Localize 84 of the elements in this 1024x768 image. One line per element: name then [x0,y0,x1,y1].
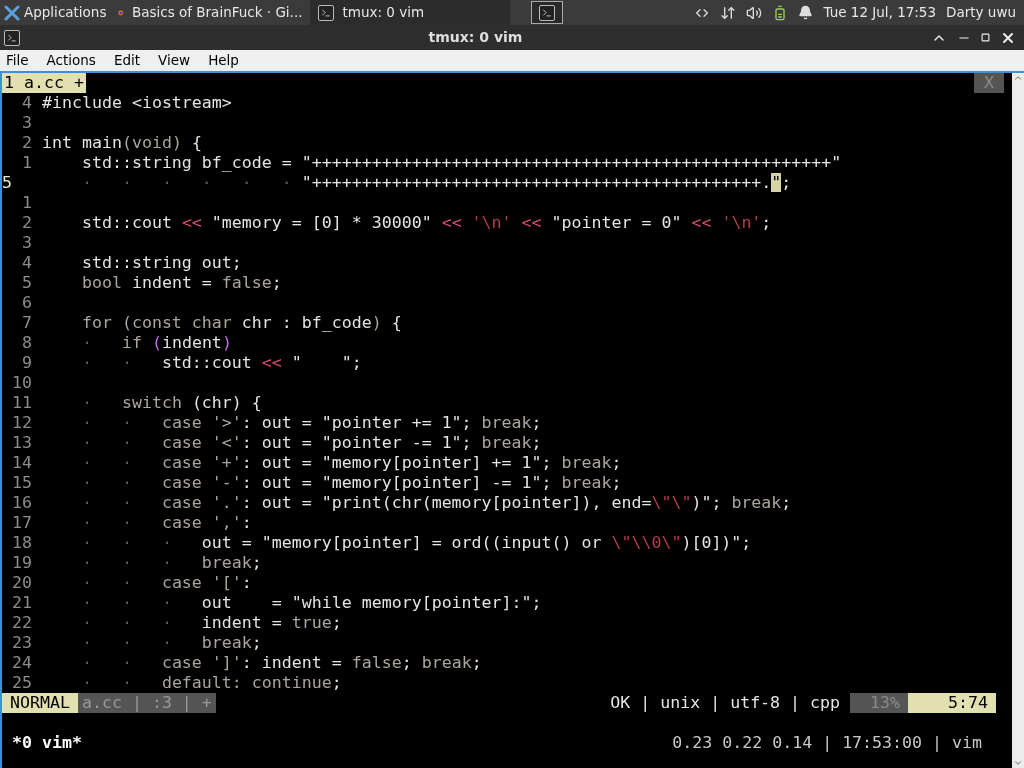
scroll-up-icon[interactable] [1013,73,1023,83]
code-line: · · · out = "memory[pointer] = ord((input() or \"\\0\")[0])"; [80,533,752,553]
file-meta: OK | unix | utf-8 | cpp [610,693,842,713]
code-line: std::string out; [80,253,242,273]
line-number: 25 [11,673,32,693]
code-line: · · · · · · "+++++++++++++++++++++++++++++++++++++++++++++."; [80,173,792,193]
line-number: 5 [2,173,13,193]
scrollbar[interactable] [1012,73,1024,768]
volume-icon[interactable] [746,4,763,21]
line-number: 19 [11,553,32,573]
line-number: 1 [21,153,32,173]
line-number: 13 [11,433,32,453]
code-line: · · case '>': out = "pointer += 1"; break; [80,413,542,433]
line-number: 4 [21,253,32,273]
workspace-button[interactable] [531,1,564,24]
code-line: bool indent = false; [80,273,282,293]
clock[interactable]: Tue 12 Jul, 17:53 [823,2,937,23]
mouse-icon [4,4,20,21]
code-line: · · std::cout << " "; [80,353,362,373]
applications-menu[interactable]: Applications [0,0,111,25]
tmux-status: 0.23 0.22 0.14 | 17:53:00 | vim [672,733,982,753]
code-line: · · case ']': indent = false; break; [80,653,482,673]
line-number: 18 [11,533,32,553]
code-line: · · case '[': [80,573,252,593]
code-line: · · default: continue; [80,673,342,693]
line-number: 6 [21,293,32,313]
line-number: 20 [11,573,32,593]
window-title: tmux: 0 vim [427,28,524,47]
code-line: · · · break; [80,633,262,653]
line-number: 17 [11,513,32,533]
code-line: · switch (chr) { [80,393,262,413]
code-line: · · case '<': out = "pointer -= 1"; break; [80,433,542,453]
mode-indicator: NORMAL [2,693,78,713]
line-number: 16 [11,493,32,513]
terminal-icon [539,4,556,21]
code-line: #include <iostream> [42,93,232,113]
line-number: 3 [21,113,32,133]
vim-tab[interactable]: 1 a.cc + [2,73,86,93]
scroll-down-icon[interactable] [1013,758,1023,768]
line-number: 14 [11,453,32,473]
code-line: int main(void) { [42,133,202,153]
code-line: · · case ',': [80,513,252,533]
code-line: std::cout << "memory = [0] * 30000" << '\n' << "pointer = 0" << '\n'; [80,213,772,233]
line-number: 5 [21,273,32,293]
menu-item[interactable]: File [6,50,29,71]
taskbar-item[interactable]: tmux: 0 vim [310,0,511,25]
code-line: · · · out = "while memory[pointer]:"; [80,593,542,613]
code-line: · · case '-': out = "memory[pointer] -= 1"; break; [80,473,622,493]
code-line: · · · indent = true; [80,613,342,633]
line-number: 10 [11,373,32,393]
line-number: 12 [11,413,32,433]
tmux-session: *0 vim* [12,733,82,753]
menu-item[interactable]: Help [208,50,239,71]
line-number: 22 [11,613,32,633]
code-line: for (const char chr : bf_code) { [80,313,402,333]
menu-item[interactable]: Edit [113,50,141,71]
code-line: std::string bf_code = "++++++++++++++++++++++++++++++++++++++++++++++++++++" [80,153,842,173]
line-number: 7 [21,313,32,333]
user-name[interactable]: Darty uwu [946,2,1016,23]
notification-icon[interactable] [798,5,814,20]
line-number: 4 [21,93,32,113]
code-line: · if (indent) [80,333,232,353]
menu-item[interactable]: Actions [46,50,96,71]
line-number: 2 [21,213,32,233]
maximize-icon[interactable] [981,33,990,42]
line-number: 3 [21,233,32,253]
menu-item[interactable]: View [158,50,191,71]
code-line: · · · break; [80,553,262,573]
file-info: a.cc | :3 | + [77,693,216,713]
cursor-position: 5:74 [908,693,996,713]
line-number: 11 [11,393,32,413]
line-number: 9 [21,353,32,373]
terminal-icon [318,4,335,21]
line-number: 8 [21,333,32,353]
line-number: 15 [11,473,32,493]
code-line: · · case '+': out = "memory[pointer] += 1"; break; [80,453,622,473]
line-number: 23 [11,633,32,653]
line-number: 2 [21,133,32,153]
line-number: 21 [11,593,32,613]
code-line: · · case '.': out = "print(chr(memory[pointer]), end=\"\")"; break; [80,493,792,513]
terminal-icon [4,29,20,46]
transfer-icon[interactable] [720,4,737,21]
line-number: 1 [21,193,32,213]
line-number: 24 [11,653,32,673]
